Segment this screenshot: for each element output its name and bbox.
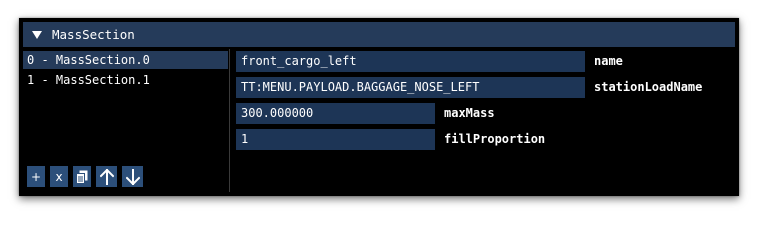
remove-item-label: x <box>55 169 63 184</box>
name-label: name <box>594 54 623 68</box>
list-toolbar: + x <box>27 166 148 187</box>
section-header[interactable]: MassSection <box>23 22 735 47</box>
properties-pane: front_cargo_left name TT:MENU.PAYLOAD.BA… <box>232 49 735 192</box>
mass-section-panel: MassSection 0 - MassSection.0 1 - MassSe… <box>19 18 739 196</box>
fill-proportion-label: fillProportion <box>444 132 546 146</box>
max-mass-label: maxMass <box>444 106 495 120</box>
station-load-name-label: stationLoadName <box>594 80 703 94</box>
collapse-triangle-icon[interactable] <box>32 30 42 39</box>
copy-item-button[interactable] <box>73 166 91 187</box>
list-item[interactable]: 0 - MassSection.0 <box>23 51 228 69</box>
copy-icon <box>76 170 88 184</box>
mass-section-list: 0 - MassSection.0 1 - MassSection.1 + x <box>23 49 230 192</box>
name-field[interactable]: front_cargo_left <box>236 51 585 72</box>
move-down-button[interactable] <box>122 166 143 187</box>
arrow-down-icon <box>125 168 140 185</box>
arrow-up-icon <box>99 168 114 185</box>
max-mass-field[interactable]: 300.000000 <box>236 103 435 124</box>
section-title: MassSection <box>52 27 135 42</box>
remove-item-button[interactable]: x <box>50 166 68 187</box>
fill-proportion-field[interactable]: 1 <box>236 129 435 150</box>
add-item-label: + <box>30 169 42 184</box>
add-item-button[interactable]: + <box>27 166 45 187</box>
move-up-button[interactable] <box>96 166 117 187</box>
list-item[interactable]: 1 - MassSection.1 <box>23 71 228 89</box>
station-load-name-field[interactable]: TT:MENU.PAYLOAD.BAGGAGE_NOSE_LEFT <box>236 77 585 98</box>
